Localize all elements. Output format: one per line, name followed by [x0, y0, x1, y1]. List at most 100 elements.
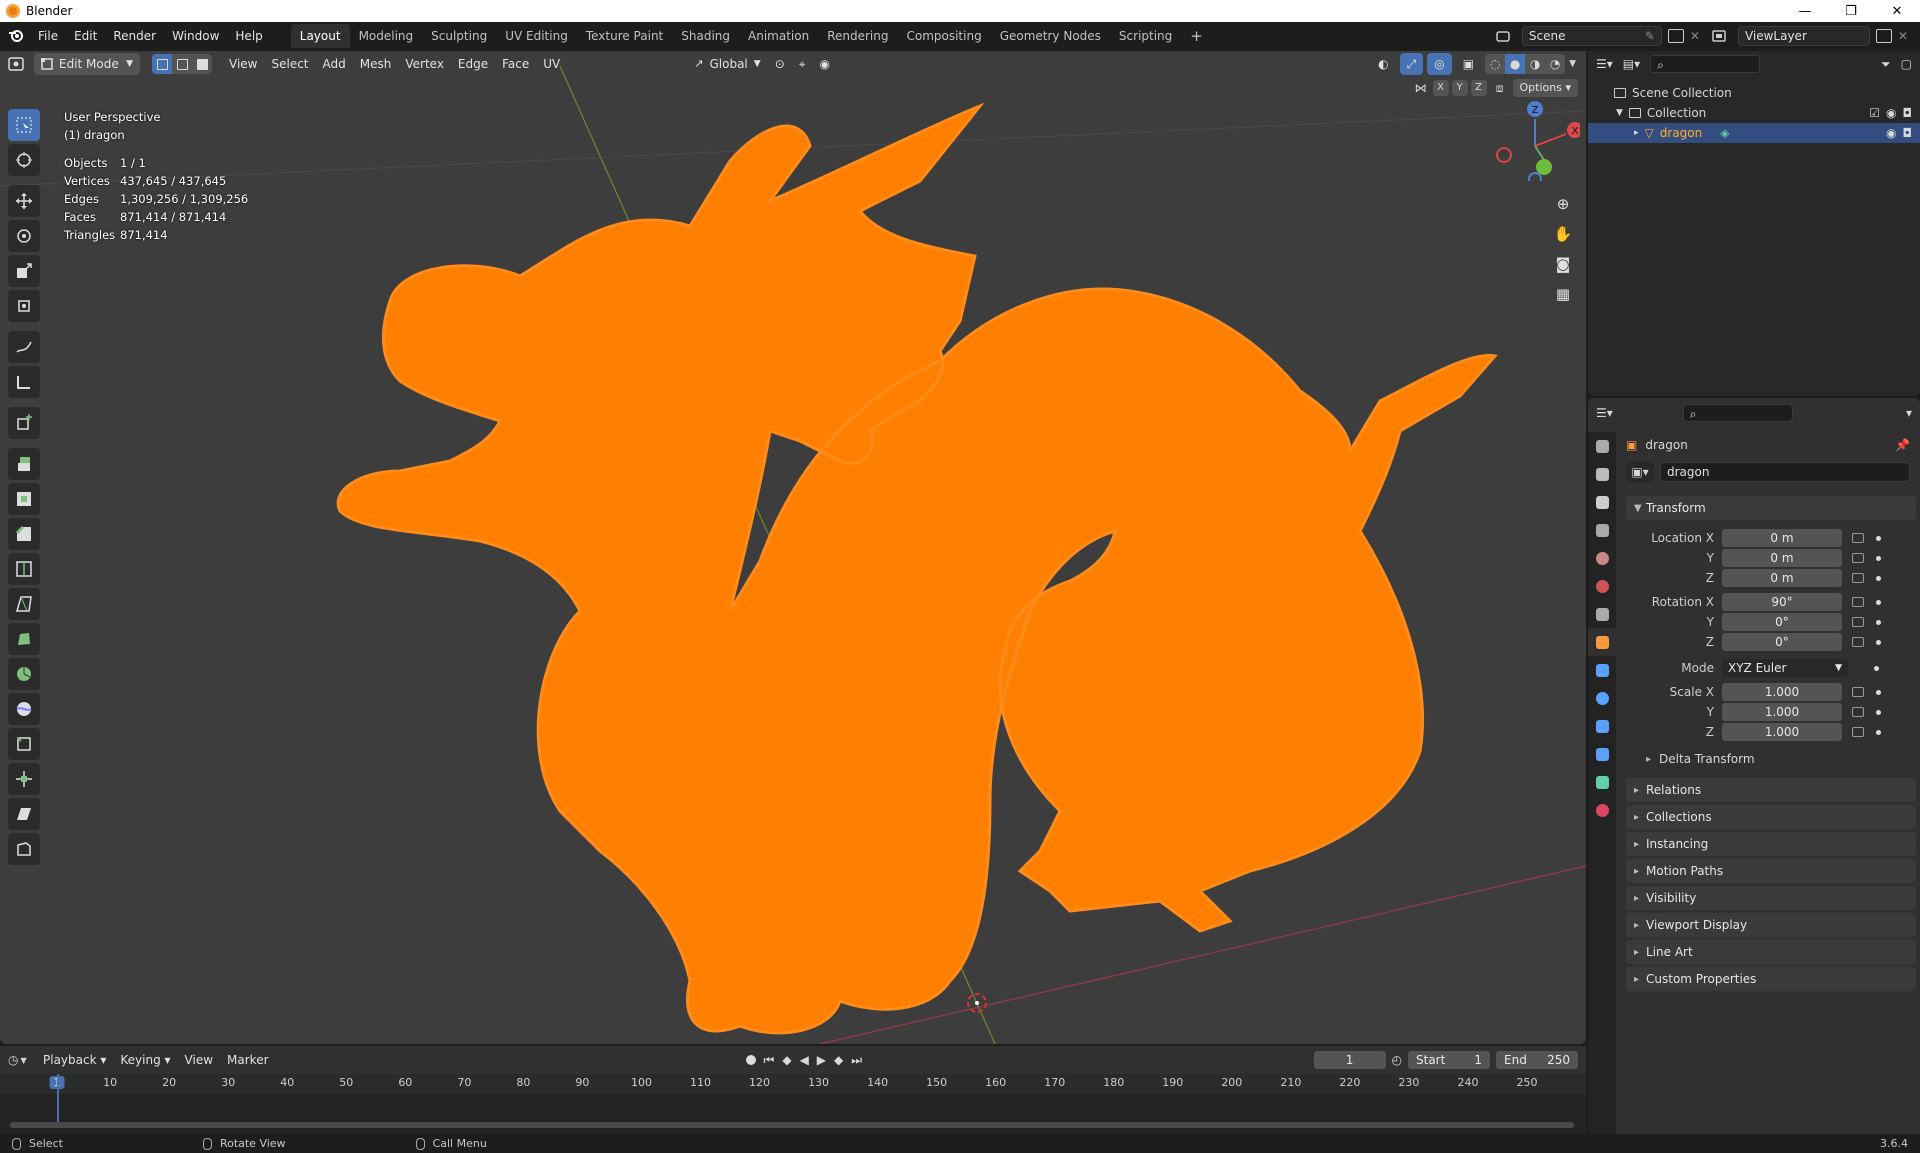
filter-icon[interactable]: ⏷	[1881, 57, 1891, 72]
navigation-gizmo[interactable]: Z X	[1490, 91, 1580, 181]
constraints-tab[interactable]	[1588, 740, 1616, 768]
delete-view-layer-icon[interactable]: ✕	[1898, 29, 1908, 43]
tab-modeling[interactable]: Modeling	[350, 24, 423, 48]
current-frame-field[interactable]: 1	[1313, 1051, 1386, 1069]
scene-name-field[interactable]: Scene	[1529, 27, 1566, 45]
menu-vertex[interactable]: Vertex	[398, 53, 451, 75]
axis-y-toggle[interactable]: Y	[1451, 80, 1468, 96]
scale-tool[interactable]	[8, 255, 40, 287]
keyframe-dot-icon[interactable]	[1876, 535, 1881, 541]
object-eye-icon[interactable]: ◉	[1886, 126, 1896, 140]
collection-eye-icon[interactable]: ◉	[1886, 106, 1896, 120]
collection-camera-icon[interactable]: ◘	[1903, 106, 1920, 120]
tab-uv-editing[interactable]: UV Editing	[496, 24, 577, 48]
edge-slide-tool[interactable]	[8, 728, 40, 760]
end-frame-field[interactable]: End 250	[1496, 1051, 1578, 1069]
rotation-z-field[interactable]: 0°	[1722, 633, 1842, 651]
keyframe-dot-icon[interactable]	[1876, 639, 1881, 645]
jump-keyframe-forward-icon[interactable]: ◆	[834, 1053, 843, 1067]
menu-face[interactable]: Face	[495, 53, 536, 75]
view-layer-tab[interactable]	[1588, 516, 1616, 544]
annotate-tool[interactable]	[8, 331, 40, 363]
tab-rendering[interactable]: Rendering	[818, 24, 897, 48]
scale-z-field[interactable]: 1.000	[1722, 723, 1842, 741]
lock-icon[interactable]	[1852, 597, 1864, 607]
location-y-field[interactable]: 0 m	[1722, 549, 1842, 567]
outliner-editor-icon[interactable]: ☰▾	[1596, 57, 1613, 71]
jump-end-icon[interactable]: ⏭	[851, 1053, 862, 1068]
outliner-collection[interactable]: ▼ Collection ☑ ◉ ◘	[1588, 103, 1920, 123]
chevron-down-icon[interactable]: ▾	[1906, 406, 1920, 420]
menu-playback[interactable]: Playback ▾	[36, 1049, 113, 1071]
play-icon[interactable]: ▶	[817, 1053, 826, 1067]
chevron-down-icon[interactable]: ▼	[1569, 59, 1576, 69]
keyframe-dot-icon[interactable]	[1876, 575, 1881, 581]
motion-paths-panel-header[interactable]: ▸ Motion Paths	[1626, 859, 1916, 883]
viewport-display-panel-header[interactable]: ▸ Viewport Display	[1626, 913, 1916, 937]
scale-y-field[interactable]: 1.000	[1722, 703, 1842, 721]
camera-view-icon[interactable]: ◙	[1550, 251, 1576, 277]
keyframe-dot-icon[interactable]	[1876, 619, 1881, 625]
object-tab[interactable]	[1588, 628, 1616, 656]
lock-icon[interactable]	[1852, 553, 1864, 563]
tab-compositing[interactable]: Compositing	[897, 24, 990, 48]
record-icon[interactable]	[745, 1055, 756, 1065]
timeline-track[interactable]	[0, 1074, 1586, 1134]
new-collection-icon[interactable]: ▢	[1901, 57, 1920, 71]
rotation-x-field[interactable]: 90°	[1722, 593, 1842, 611]
axis-x-toggle[interactable]: X	[1432, 80, 1449, 96]
cursor-tool[interactable]	[8, 144, 40, 176]
keyframe-dot-icon[interactable]	[1876, 555, 1881, 561]
tab-sculpting[interactable]: Sculpting	[422, 24, 496, 48]
outliner-scene-collection[interactable]: Scene Collection	[1588, 83, 1920, 103]
keyframe-dot-icon[interactable]	[1874, 665, 1879, 671]
outliner-search-input[interactable]: ⌕	[1650, 55, 1761, 73]
menu-view[interactable]: View	[222, 53, 264, 75]
mode-selector[interactable]: Edit Mode ▼	[34, 53, 140, 75]
menu-edge[interactable]: Edge	[451, 53, 495, 75]
view-layer-field[interactable]: ViewLayer	[1745, 29, 1807, 43]
rip-region-tool[interactable]	[8, 833, 40, 865]
physics-tab[interactable]	[1588, 712, 1616, 740]
extrude-tool[interactable]	[8, 448, 40, 480]
menu-select[interactable]: Select	[264, 53, 315, 75]
scene-selector-icon[interactable]	[1490, 26, 1516, 46]
rotation-mode-select[interactable]: XYZ Euler ▼	[1722, 659, 1848, 677]
tab-layout[interactable]: Layout	[290, 24, 350, 48]
location-z-field[interactable]: 0 m	[1722, 569, 1842, 587]
minimize-button[interactable]: —	[1782, 4, 1828, 19]
keyframe-dot-icon[interactable]	[1876, 709, 1881, 715]
orientation-selector[interactable]: ↗ Global ▼	[687, 53, 767, 75]
collection-tab[interactable]	[1588, 600, 1616, 628]
blender-menu-icon[interactable]	[6, 26, 26, 46]
keyframe-dot-icon[interactable]	[1876, 729, 1881, 735]
properties-search-input[interactable]: ⌕	[1682, 404, 1793, 422]
clock-editor-icon[interactable]: ◷ ▼	[8, 1053, 36, 1067]
lock-icon[interactable]	[1852, 637, 1864, 647]
shrink-fatten-tool[interactable]	[8, 763, 40, 795]
rendered-shading-icon[interactable]: ◔	[1545, 54, 1566, 74]
visibility-panel-header[interactable]: ▸ Visibility	[1626, 886, 1916, 910]
playhead[interactable]	[57, 1074, 59, 1128]
tab-shading[interactable]: Shading	[672, 24, 739, 48]
object-name-field[interactable]: dragon	[1660, 462, 1910, 482]
properties-editor[interactable]: ☰▾ ⌕ ▾ ▣ dragon 📌 ▣▾ dragon ▼ Transform L…	[1588, 398, 1920, 1134]
data-tab[interactable]	[1588, 768, 1616, 796]
knife-tool[interactable]	[8, 588, 40, 620]
stopwatch-icon[interactable]: ◴	[1392, 1053, 1402, 1067]
transform-panel-header[interactable]: ▼ Transform	[1626, 496, 1916, 520]
menu-window[interactable]: Window	[164, 24, 227, 48]
material-shading-icon[interactable]: ◑	[1525, 54, 1546, 74]
close-button[interactable]: ✕	[1874, 4, 1920, 19]
timeline-ruler[interactable]: 1102030405060708090100110120130140150160…	[0, 1074, 1586, 1094]
jump-keyframe-back-icon[interactable]: ◆	[782, 1053, 791, 1067]
collections-panel-header[interactable]: ▸ Collections	[1626, 805, 1916, 829]
play-reverse-icon[interactable]: ◀	[800, 1053, 809, 1067]
material-tab[interactable]	[1588, 796, 1616, 824]
instancing-panel-header[interactable]: ▸ Instancing	[1626, 832, 1916, 856]
poly-build-tool[interactable]	[8, 623, 40, 655]
outliner-object-dragon[interactable]: ▸ ▽ dragon ◈ ◉ ◘	[1588, 123, 1920, 143]
vertex-select-icon[interactable]	[152, 54, 172, 74]
gizmo-toggle-icon[interactable]: ⤢	[1399, 53, 1424, 75]
tab-animation[interactable]: Animation	[739, 24, 818, 48]
